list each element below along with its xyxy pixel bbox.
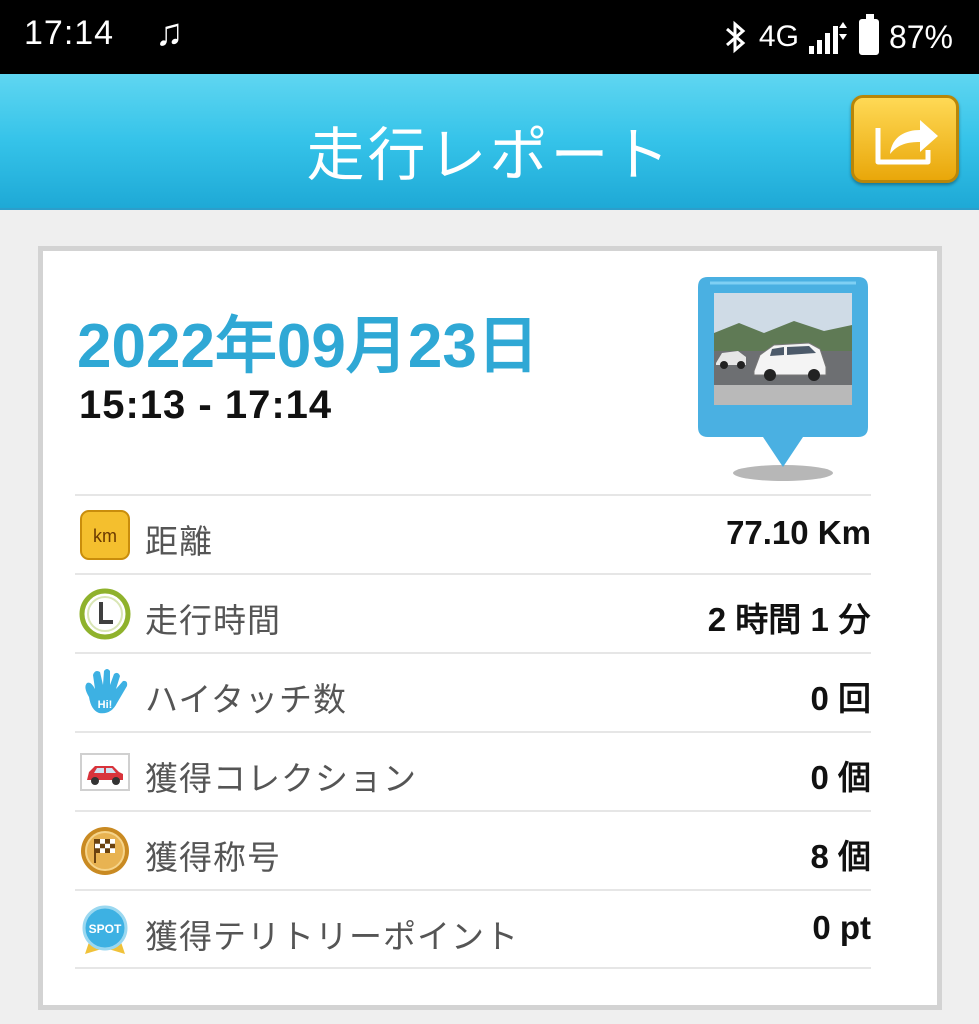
stat-value: 8 個 — [810, 838, 871, 875]
svg-text:SPOT: SPOT — [89, 922, 122, 936]
music-note-icon: ♫ — [155, 12, 184, 54]
km-icon: km — [80, 510, 130, 560]
car-icon — [80, 753, 130, 791]
medal-icon — [81, 827, 129, 875]
report-card: 2022年09月23日 15:13 - 17:14 km 距離 77.10 Km… — [38, 246, 942, 1010]
stat-row-collection: 獲得コレクション 0 個 — [75, 731, 871, 810]
svg-text:km: km — [93, 526, 117, 546]
clock-icon — [79, 588, 131, 640]
battery-icon — [858, 14, 879, 55]
photo-pin[interactable] — [698, 277, 868, 487]
high-five-icon: Hi! — [85, 669, 128, 714]
stat-label: 獲得コレクション — [145, 759, 417, 798]
stat-row-titles: 獲得称号 8 個 — [75, 810, 871, 889]
app-header: 走行レポート — [0, 74, 979, 210]
trip-photo — [714, 293, 852, 405]
stat-row-drive-time: 走行時間 2 時間 1 分 — [75, 573, 871, 652]
stat-value: 77.10 Km — [726, 514, 871, 551]
report-date: 2022年09月23日 — [77, 312, 539, 381]
share-icon — [875, 120, 938, 165]
stats-list: km 距離 77.10 Km 走行時間 2 時間 1 分 Hi! ハイタッチ数 … — [75, 494, 871, 969]
status-indicators: 4G 87% — [723, 12, 953, 62]
stat-label: 走行時間 — [145, 601, 281, 640]
stat-row-distance: km 距離 77.10 Km — [75, 494, 871, 573]
network-type: 4G — [758, 20, 799, 53]
report-time-range: 15:13 - 17:14 — [79, 383, 333, 427]
battery-level: 87% — [888, 18, 953, 55]
status-time: 17:14 — [24, 14, 115, 52]
spot-icon: SPOT — [82, 905, 128, 954]
svg-text:Hi!: Hi! — [98, 699, 113, 711]
share-button[interactable] — [851, 95, 959, 183]
stat-value: 2 時間 1 分 — [707, 601, 871, 638]
page-title: 走行レポート — [306, 121, 673, 189]
stat-label: 獲得称号 — [145, 838, 281, 877]
stat-row-high-five: Hi! ハイタッチ数 0 回 — [75, 652, 871, 731]
signal-icon — [808, 22, 847, 54]
stat-label: ハイタッチ数 — [145, 680, 348, 719]
stat-label: 獲得テリトリーポイント — [145, 917, 519, 956]
bluetooth-icon — [725, 20, 746, 54]
stat-value: 0 回 — [810, 680, 871, 717]
stat-label: 距離 — [145, 522, 213, 561]
stat-value: 0 個 — [810, 759, 871, 796]
stat-value: 0 pt — [812, 909, 871, 946]
status-bar: 17:14 ♫ 4G 87% — [0, 0, 979, 74]
stat-row-territory-points: SPOT 獲得テリトリーポイント 0 pt — [75, 889, 871, 969]
